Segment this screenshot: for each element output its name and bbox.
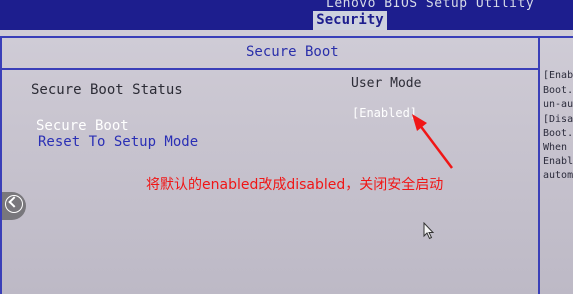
secure-boot-value[interactable]: [Enabled] — [352, 106, 417, 120]
bios-screen: Lenovo BIOS Setup Utility Security Secur… — [0, 0, 573, 294]
reset-to-setup-mode-option[interactable]: Reset To Setup Mode — [38, 134, 198, 150]
secure-boot-status-value: User Mode — [351, 76, 422, 91]
help-line: [Disa — [543, 114, 573, 125]
help-line: Enable — [543, 156, 573, 167]
panel-title-bar: Secure Boot — [2, 38, 538, 70]
help-line: Boot. — [543, 85, 573, 96]
secure-boot-status-label: Secure Boot Status — [31, 82, 183, 98]
settings-panel: Secure Boot — [0, 36, 540, 294]
annotation-text: 将默认的enabled改成disabled，关闭安全启动 — [146, 177, 444, 193]
help-line: Boot. — [543, 128, 573, 139]
help-line: automa — [543, 170, 573, 181]
help-line: [Enab — [543, 70, 573, 81]
help-line: When S — [543, 142, 573, 153]
tab-security[interactable]: Security — [313, 11, 387, 30]
help-panel: [Enab Boot. un-au [Disa Boot. When S Ena… — [540, 36, 573, 294]
panel-title: Secure Boot — [246, 44, 339, 60]
app-title: Lenovo BIOS Setup Utility — [326, 0, 535, 11]
help-line: un-au — [543, 99, 573, 110]
bios-header: Lenovo BIOS Setup Utility Security — [0, 0, 573, 30]
secure-boot-option[interactable]: Secure Boot — [36, 118, 129, 134]
mouse-pointer-icon — [423, 222, 435, 240]
